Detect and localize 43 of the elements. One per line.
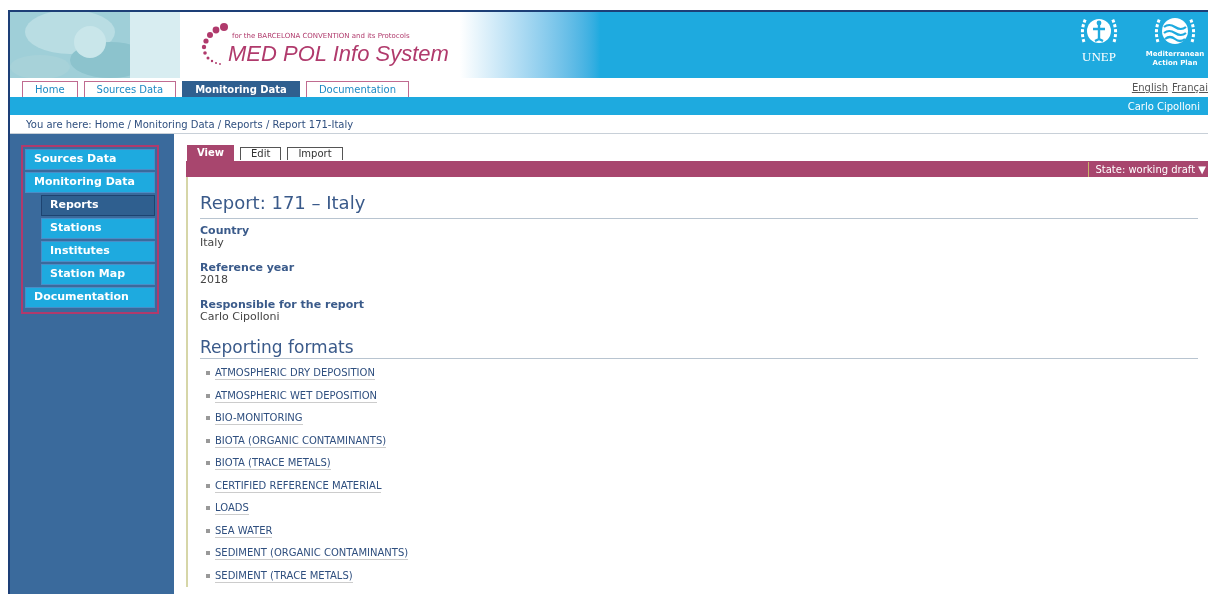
format-link[interactable]: SEDIMENT (ORGANIC CONTAMINANTS) <box>215 546 409 561</box>
nav-tab[interactable]: Documentation <box>305 81 409 97</box>
field-label: Country <box>200 225 251 237</box>
dots-logo-icon <box>200 23 230 67</box>
bullet-icon <box>206 506 210 511</box>
format-link[interactable]: BIO-MONITORING <box>215 411 303 426</box>
format-link[interactable]: BIOTA (ORGANIC CONTAMINANTS) <box>215 433 387 448</box>
bullet-icon <box>206 483 210 488</box>
bullet-icon <box>206 573 210 578</box>
field-label: Reference year <box>200 262 296 274</box>
bullet-icon <box>206 551 210 556</box>
field-value: Italy <box>200 237 225 249</box>
language-link[interactable]: English <box>1131 80 1168 95</box>
bullet-icon <box>206 438 210 443</box>
bullet-icon <box>206 393 210 398</box>
emblem-label: UNEP <box>1082 50 1116 63</box>
sidebar-item[interactable]: Reports <box>41 195 155 216</box>
view-tab[interactable]: View <box>187 145 234 161</box>
field-value: 2018 <box>200 274 229 286</box>
format-link[interactable]: LOADS <box>215 501 249 516</box>
format-link[interactable]: ATMOSPHERIC WET DEPOSITION <box>215 388 378 403</box>
bullet-icon <box>206 461 210 466</box>
section-heading: Reporting formats <box>200 336 1198 359</box>
field-label: Responsible for the report <box>200 299 365 311</box>
bullet-icon <box>206 528 210 533</box>
language-link[interactable]: Françai <box>1172 80 1208 95</box>
format-link[interactable]: BIOTA (TRACE METALS) <box>215 456 331 471</box>
breadcrumb: You are here: Home / Monitoring Data / Reports / Report 171-Italy <box>26 117 354 132</box>
format-link[interactable]: CERTIFIED REFERENCE MATERIAL <box>215 478 382 493</box>
view-tab[interactable]: Edit <box>240 147 282 160</box>
field-value: Carlo Cipolloni <box>200 311 281 323</box>
page-title: Report: 171 – Italy <box>200 189 1198 219</box>
format-link[interactable]: ATMOSPHERIC DRY DEPOSITION <box>215 366 375 381</box>
nav-tab[interactable]: Monitoring Data <box>182 81 300 97</box>
nav-tab[interactable]: Sources Data <box>83 81 177 97</box>
nav-tab[interactable]: Home <box>22 81 78 97</box>
site-title: MED POL Info System <box>228 39 449 68</box>
state-menu[interactable]: State: working draft ▼ <box>1088 161 1208 177</box>
bullet-icon <box>206 416 210 421</box>
view-tab[interactable]: Import <box>287 147 343 160</box>
format-link[interactable]: SEA WATER <box>215 523 273 538</box>
bullet-icon <box>206 371 210 376</box>
format-link[interactable]: SEDIMENT (TRACE METALS) <box>215 568 353 583</box>
